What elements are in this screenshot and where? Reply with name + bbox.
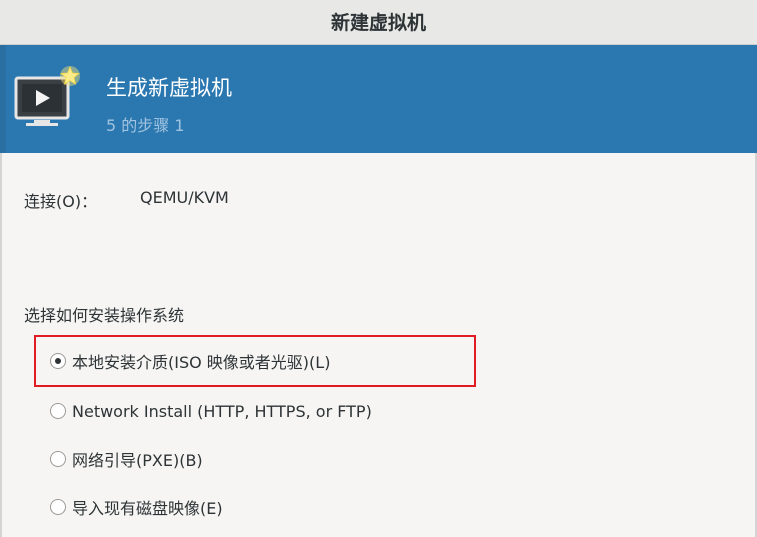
radio-label-network-install: Network Install (HTTP, HTTPS, or FTP) <box>72 401 372 421</box>
radio-import-disk[interactable]: 导入现有磁盘映像(E) <box>50 492 223 522</box>
radio-label-local-media: 本地安装介质(ISO 映像或者光驱)(L) <box>72 353 331 372</box>
install-method-label: 选择如何安装操作系统 <box>24 306 185 325</box>
radio-label-import-disk: 导入现有磁盘映像(E) <box>72 499 223 518</box>
radio-button-checked[interactable] <box>50 353 66 369</box>
title-bar[interactable]: 新建虚拟机 <box>0 0 757 45</box>
radio-button[interactable] <box>50 403 66 419</box>
left-border <box>0 153 2 537</box>
window-title: 新建虚拟机 <box>330 12 426 34</box>
radio-button[interactable] <box>50 499 66 515</box>
new-vm-dialog: 新建虚拟机 生成新虚拟机 5 的步骤 1 连接(O)： QEMU/KVM 选择如… <box>0 0 757 537</box>
header-edge <box>0 45 6 153</box>
connection-label: 连接(O)： <box>24 192 98 211</box>
radio-network-install[interactable]: Network Install (HTTP, HTTPS, or FTP) <box>50 396 372 426</box>
monitor-play-star-icon <box>14 65 81 126</box>
wizard-title: 生成新虚拟机 <box>106 76 232 100</box>
radio-local-media[interactable]: 本地安装介质(ISO 映像或者光驱)(L) <box>50 346 330 376</box>
radio-button[interactable] <box>50 451 66 467</box>
connection-value: QEMU/KVM <box>140 188 229 207</box>
wizard-step: 5 的步骤 1 <box>106 116 185 135</box>
radio-pxe-boot[interactable]: 网络引导(PXE)(B) <box>50 444 203 474</box>
radio-label-pxe-boot: 网络引导(PXE)(B) <box>72 451 203 470</box>
